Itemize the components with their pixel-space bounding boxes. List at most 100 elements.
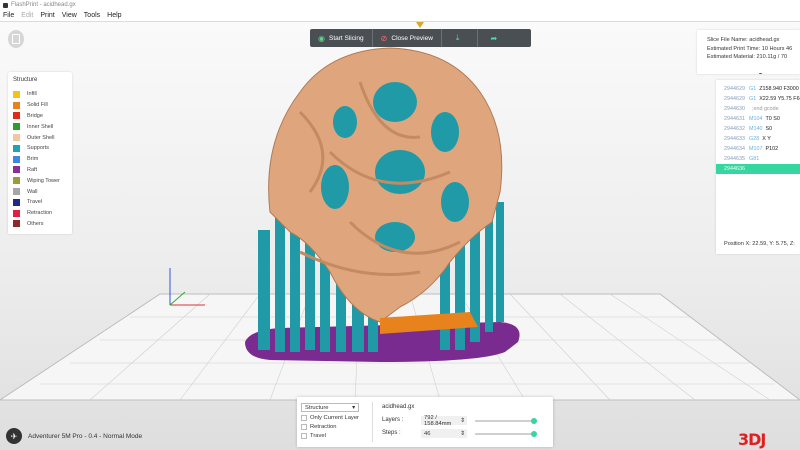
start-slicing-button[interactable]: ◉ Start Slicing [310,29,373,47]
legend-label: Wall [27,188,38,195]
checkbox-box[interactable] [301,424,307,430]
layers-slider-handle[interactable] [531,418,537,424]
structure-dropdown-value: Structure [305,404,329,411]
legend-swatch [13,112,20,120]
menu-view[interactable]: View [62,12,77,19]
slice-info-panel: Slice File Name: acidhead.gx Estimated P… [697,30,800,74]
gcode-rest: S0 [765,126,773,132]
gcode-num: 2944631 [724,116,745,122]
gcode-num: 2944629 [724,96,745,102]
gcode-panel: 2944629 G1 Z158.940 F3000 2944629 G1 X22.59 Y… [716,80,800,254]
file-name: acidhead.gx [382,404,415,410]
gcode-line[interactable]: 2944634 M107 P102 [716,144,800,154]
gcode-line[interactable]: 2944635 G81 [716,154,800,164]
legend-item-retraction: Retraction [13,208,67,219]
gcode-rest: X Y [762,136,771,142]
checkbox-label: Only Current Layer [310,415,359,421]
legend-item-outer-shell: Outer Shell [13,132,67,143]
legend-swatch [13,177,20,185]
gcode-line[interactable]: 2944632 M140 S0 [716,124,800,134]
gcode-line-current[interactable]: 2944636 [716,164,800,174]
only-current-layer-checkbox[interactable]: Only Current Layer [301,415,359,421]
legend-item-others: Others [13,219,67,230]
title-bar: FlashPrint - acidhead.gx [0,0,800,10]
legend-swatch [13,209,20,217]
menu-bar: File Edit Print View Tools Help [0,10,800,22]
travel-checkbox[interactable]: Travel [301,433,326,439]
gcode-cmd: G1 [749,86,757,92]
menu-file[interactable]: File [3,12,14,19]
export-button[interactable]: ⤓ [442,29,479,47]
steps-value: 46 [424,430,431,437]
gcode-num: 2944632 [724,126,745,132]
download-icon: ⤓ [455,33,460,42]
printer-icon[interactable]: ✈ [6,428,22,444]
app-icon [3,2,8,8]
legend-label: Bridge [27,112,43,119]
start-slicing-label: Start Slicing [328,34,364,42]
position-readout: Position X: 22.59, Y: 5.75, Z: [724,241,795,247]
spin-arrows-icon[interactable]: ⇕ [460,418,465,424]
legend-label: Solid Fill [27,102,48,109]
send-to-printer-button[interactable]: ➦ [478,29,513,47]
gcode-rest: T0 S0 [765,116,780,122]
legend-item-bridge: Bridge [13,111,67,122]
legend-swatch [13,220,20,228]
menu-edit[interactable]: Edit [21,12,33,19]
legend-item-wall: Wall [13,186,67,197]
gcode-line[interactable]: 2944631 M104 T0 S0 [716,114,800,124]
layers-spinbox[interactable]: 792 / 158.84mm ⇕ [421,414,467,427]
legend-label: Brim [27,156,39,163]
estimated-print-time: Estimated Print Time: 10 Hours 46 [707,45,793,52]
gcode-line[interactable]: 2944629 G1 X22.59 Y5.75 F60 [716,94,800,104]
legend-label: Infill [27,91,37,98]
legend-label: Raft [27,166,38,173]
gcode-num: 2944635 [724,156,745,162]
3d-viewport[interactable] [0,22,800,450]
menu-help[interactable]: Help [107,12,121,19]
gcode-line[interactable]: 2944630 ;end gcode [716,104,800,114]
spin-arrows-icon[interactable]: ⇕ [460,431,465,437]
legend-swatch [13,101,20,109]
chevron-down-icon[interactable]: ▾ [759,71,762,74]
steps-slider-handle[interactable] [531,431,537,437]
watermark-logo: 3DJ [738,430,766,449]
gcode-num: 2944636 [724,166,745,172]
layers-slider[interactable] [475,418,537,424]
menu-tools[interactable]: Tools [84,12,100,19]
steps-label: Steps : [382,430,401,436]
legend-swatch [13,155,20,163]
legend-swatch [13,166,20,174]
printer-status[interactable]: ✈ Adventurer 5M Pro - 0.4 - Normal Mode [6,428,142,444]
legend-swatch [13,123,20,131]
panel-divider [372,402,373,442]
legend-title: Structure [13,77,38,83]
menu-print[interactable]: Print [40,12,54,19]
gcode-num: 2944633 [724,136,745,142]
checkbox-box[interactable] [301,433,307,439]
gcode-rest: P102 [765,146,779,152]
legend-swatch [13,198,20,206]
legend-swatch [13,188,20,196]
retraction-checkbox[interactable]: Retraction [301,424,336,430]
legend-item-solid-fill: Solid Fill [13,100,67,111]
structure-dropdown[interactable]: Structure ▾ [301,403,359,412]
legend-item-supports: Supports [13,143,67,154]
legend-label: Retraction [27,210,53,217]
close-preview-button[interactable]: ⊘ Close Preview [373,29,442,47]
legend-swatch [13,90,20,98]
checkbox-box[interactable] [301,415,307,421]
gcode-cmd: M107 [749,146,763,152]
gcode-line[interactable]: 2944633 G28 X Y [716,134,800,144]
gcode-rest: Z158.940 F3000 [759,86,799,92]
document-icon[interactable] [8,30,24,48]
preview-toolbar: ◉ Start Slicing ⊘ Close Preview ⤓ ➦ [310,29,531,47]
legend-item-infill: Infill [13,89,67,100]
layers-value: 792 / 158.84mm [424,414,452,427]
legend-item-inner-shell: Inner Shell [13,121,67,132]
steps-slider[interactable] [475,431,537,437]
gcode-line[interactable]: 2944629 G1 Z158.940 F3000 [716,84,800,94]
preview-control-panel: Structure ▾ Only Current Layer Retractio… [297,397,553,447]
gcode-cmd: G28 [749,136,760,142]
steps-spinbox[interactable]: 46 ⇕ [421,429,467,438]
